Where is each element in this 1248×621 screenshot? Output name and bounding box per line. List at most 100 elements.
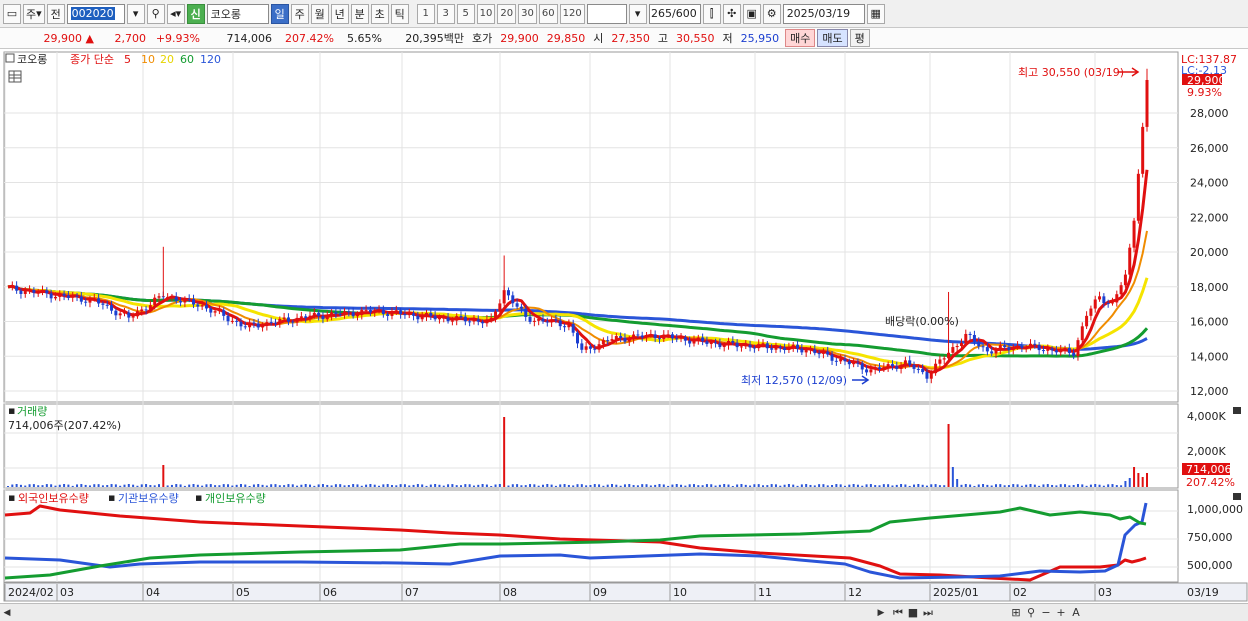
stock-name-field[interactable]: 코오롱 (206, 3, 269, 24)
candle-icon[interactable]: ⫿ (702, 3, 721, 24)
volume-bar (296, 485, 299, 487)
buy-button[interactable]: 매수 (785, 29, 816, 47)
candle-body (110, 305, 114, 311)
candle-body (1076, 340, 1080, 357)
candle-body (256, 323, 260, 328)
stop-icon[interactable]: ■ (907, 606, 919, 620)
search-icon[interactable]: ⚲ (146, 3, 165, 24)
period-30[interactable]: 30 (518, 3, 537, 24)
date-input[interactable]: 2025/03/19 (782, 3, 865, 24)
volume-bar (132, 484, 135, 487)
zoom-out-icon[interactable]: − (1040, 606, 1052, 620)
zoom-slider[interactable] (937, 606, 1007, 620)
volume-bar (740, 484, 743, 487)
x-axis-label: 06 (323, 586, 337, 599)
volume-bar (1016, 484, 1019, 487)
tab-month[interactable]: 월 (310, 3, 329, 24)
period-3[interactable]: 3 (436, 3, 455, 24)
turnover-rate: 5.65% (347, 31, 382, 45)
volume-bar (1020, 485, 1023, 487)
x-axis-label: 03 (1098, 586, 1112, 599)
tab-week[interactable]: 주 (290, 3, 309, 24)
candle-body (804, 350, 808, 353)
period-10[interactable]: 10 (476, 3, 496, 24)
candle-body (122, 312, 126, 314)
period-20[interactable]: 20 (497, 3, 517, 24)
gear-icon[interactable]: ⚙ (762, 3, 781, 24)
new-badge[interactable]: 신 (186, 3, 205, 24)
text-tool-icon[interactable]: A (1070, 606, 1082, 620)
volume-bar (727, 484, 730, 487)
scroll-right-icon[interactable]: ▶ (874, 605, 888, 621)
up-triangle-icon: ▲ (85, 31, 94, 45)
period-5[interactable]: 5 (456, 3, 475, 24)
candle-body (407, 313, 411, 316)
volume-last-pct: 207.42% (1186, 476, 1235, 489)
candle-body (118, 313, 122, 316)
candle-body (714, 342, 718, 344)
period-120[interactable]: 120 (559, 3, 585, 24)
period-custom-input[interactable] (586, 3, 627, 24)
drawing-tools-icon[interactable]: ⊞ (1010, 606, 1022, 620)
candle-body (774, 346, 778, 350)
window-icon[interactable]: ▭ (3, 3, 21, 24)
tab-minute[interactable]: 분 (350, 3, 369, 24)
count-input[interactable]: 265/600 (648, 3, 701, 24)
prev-button[interactable]: 전 (46, 3, 65, 24)
volume-bar (887, 484, 890, 487)
period-60[interactable]: 60 (538, 3, 558, 24)
stock-chart[interactable]: 코오롱 종가 단순 5 10 20 60 120 최고 30,550 (03/1… (0, 50, 1248, 603)
volume-bar (654, 484, 657, 487)
volume-bar (1025, 484, 1028, 487)
tab-day[interactable]: 일 (270, 3, 289, 24)
volume-bar (882, 484, 885, 487)
forward-icon[interactable]: ⏭ (922, 606, 934, 620)
candle-body (1067, 347, 1071, 353)
tab-tick[interactable]: 틱 (390, 3, 409, 24)
candle-body (778, 346, 782, 348)
eval-button[interactable]: 평 (849, 29, 870, 47)
stock-code-input[interactable]: 002020 (66, 3, 125, 24)
volume-bar (744, 484, 747, 487)
volume-close-icon[interactable] (1233, 407, 1241, 414)
code-dropdown-icon[interactable]: ▾ (126, 3, 145, 24)
volume-bar (399, 484, 402, 487)
candle-body (330, 312, 334, 316)
period-1[interactable]: 1 (416, 3, 435, 24)
candle-body (890, 364, 894, 367)
crosshair-icon[interactable]: ✣ (722, 3, 741, 24)
volume-bar (697, 485, 700, 487)
volume-bar (343, 485, 346, 487)
candle-body (554, 319, 558, 321)
chart-scrollbar[interactable]: ◀ ▶ ⏮ ■ ⏭ ⊞ ⚲ − + A (0, 603, 1248, 621)
zoom-in-icon[interactable]: + (1055, 606, 1067, 620)
holding-close-icon[interactable] (1233, 493, 1241, 500)
volume-bar (606, 484, 609, 487)
indiv-holding-marker: ▪ (195, 491, 202, 504)
save-icon[interactable]: ▣ (742, 3, 761, 24)
zoom-icon[interactable]: ⚲ (1025, 606, 1037, 620)
candle-body (653, 334, 657, 339)
tab-year[interactable]: 년 (330, 3, 349, 24)
candle-body (351, 312, 355, 317)
candle-body (627, 339, 631, 342)
candle-body (679, 337, 683, 339)
speaker-icon[interactable]: ◂▾ (166, 3, 185, 24)
volume-bar (140, 484, 143, 487)
scroll-left-icon[interactable]: ◀ (0, 605, 14, 621)
tab-second[interactable]: 초 (370, 3, 389, 24)
rewind-icon[interactable]: ⏮ (892, 606, 904, 620)
chart-area[interactable]: 코오롱 종가 단순 5 10 20 60 120 최고 30,550 (03/1… (0, 50, 1248, 603)
sell-button[interactable]: 매도 (817, 29, 848, 47)
volume-bar (848, 484, 851, 487)
candle-body (619, 336, 623, 338)
volume-bar (649, 485, 652, 487)
candle-body (1102, 296, 1106, 304)
period-select[interactable]: 주 ▾ (23, 3, 45, 24)
candle-body (1059, 349, 1063, 353)
volume-bar (770, 484, 773, 487)
candle-body (295, 317, 299, 323)
scroll-track[interactable] (14, 607, 874, 619)
calendar-icon[interactable]: ▦ (866, 3, 885, 24)
period-dropdown-icon[interactable]: ▾ (628, 3, 647, 24)
